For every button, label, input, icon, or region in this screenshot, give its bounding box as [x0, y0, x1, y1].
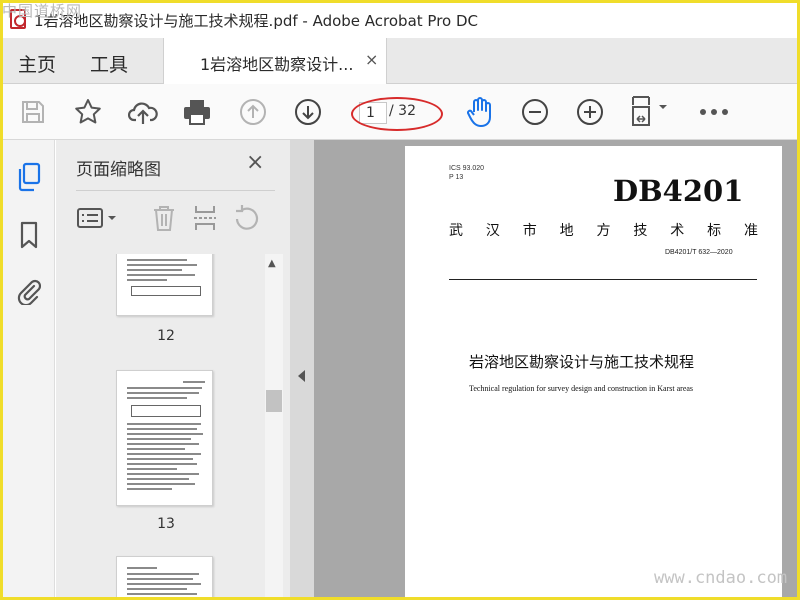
left-rail: [3, 140, 55, 597]
more-icon[interactable]: [698, 96, 730, 128]
page-thumbnails-icon[interactable]: [15, 162, 43, 192]
tab-tools[interactable]: 工具: [90, 50, 128, 77]
panel-divider: [76, 190, 275, 191]
category-char: 术: [670, 223, 686, 239]
category-char: 武: [449, 223, 464, 239]
hand-icon[interactable]: [464, 96, 496, 128]
document-title-cn: 岩溶地区勘察设计与施工技术规程: [469, 353, 695, 371]
thumbnail-scrollbar[interactable]: ▲: [265, 254, 283, 597]
collapse-panel-button[interactable]: [290, 140, 314, 597]
category-char: 市: [522, 223, 538, 239]
title-bar: 1岩溶地区勘察设计与施工技术规程.pdf - Adobe Acrobat Pro…: [0, 0, 800, 38]
insert-page-icon[interactable]: [190, 202, 220, 234]
fit-page-icon[interactable]: [629, 96, 673, 128]
pdf-page: ICS 93.020 P 13 DB4201 武 汉 市 地 方 技 术 标 准…: [405, 146, 782, 597]
category-char: 方: [596, 223, 612, 239]
thumbnail-page-number: 13: [157, 516, 175, 532]
page-down-icon[interactable]: [292, 96, 324, 128]
bookmark-icon[interactable]: [15, 220, 43, 250]
ccs-line: P 13: [449, 174, 464, 181]
category-char: 汉: [485, 223, 501, 239]
site-watermark: 中国道桥网: [2, 2, 83, 20]
star-icon[interactable]: [72, 96, 104, 128]
zoom-out-icon[interactable]: [519, 96, 551, 128]
rotate-page-icon[interactable]: [231, 202, 261, 234]
thumbnail-options-icon[interactable]: [76, 202, 122, 234]
scrollbar-thumb[interactable]: [266, 390, 282, 412]
panel-title: 页面缩略图: [76, 160, 161, 180]
document-tab-label: 1岩溶地区勘察设计...: [200, 55, 354, 74]
header-rule: [449, 279, 757, 280]
collapse-arrow-icon: [298, 370, 305, 382]
close-tab-icon[interactable]: ×: [365, 50, 378, 69]
document-title-en: Technical regulation for survey design a…: [469, 384, 694, 393]
thumbnail-page-14[interactable]: [116, 556, 213, 597]
attachment-icon[interactable]: [15, 276, 43, 306]
window-title: 1岩溶地区勘察设计与施工技术规程.pdf - Adobe Acrobat Pro…: [34, 12, 479, 30]
category-char: 技: [633, 223, 649, 239]
thumbnail-page-12[interactable]: [116, 254, 213, 316]
tab-bar: 主页 工具 1岩溶地区勘察设计... ×: [3, 38, 797, 84]
thumbnail-page-13[interactable]: [116, 370, 213, 506]
tab-document[interactable]: 1岩溶地区勘察设计... ×: [163, 38, 387, 84]
thumbnail-list: 12 13: [60, 254, 265, 597]
save-icon[interactable]: [17, 96, 49, 128]
standard-number: DB4201/T 632—2020: [665, 249, 733, 256]
upload-cloud-icon[interactable]: [127, 96, 159, 128]
panel-close-icon[interactable]: ×: [246, 150, 264, 175]
toolbar: 1 / 32: [3, 84, 797, 140]
document-area: ICS 93.020 P 13 DB4201 武 汉 市 地 方 技 术 标 准…: [290, 140, 797, 597]
category-char: 准: [744, 223, 759, 239]
delete-page-icon[interactable]: [149, 202, 179, 234]
thumbnail-page-number: 12: [157, 328, 175, 344]
standard-category: 武 汉 市 地 方 技 术 标 准: [449, 220, 759, 240]
ics-line: ICS 93.020: [449, 165, 485, 172]
thumbnail-panel: 页面缩略图 × 12 13 ▲: [56, 140, 290, 597]
category-char: 地: [559, 223, 575, 239]
zoom-in-icon[interactable]: [574, 96, 606, 128]
footer-watermark: www.cndao.com: [654, 568, 788, 588]
page-up-icon[interactable]: [237, 96, 269, 128]
category-char: 标: [707, 223, 723, 239]
print-icon[interactable]: [181, 96, 213, 128]
tab-home[interactable]: 主页: [18, 50, 56, 77]
standard-code: DB4201: [613, 174, 744, 208]
red-highlight-annotation: [351, 97, 443, 131]
ics-code: ICS 93.020 P 13: [449, 164, 484, 182]
scroll-up-icon[interactable]: ▲: [268, 258, 276, 269]
